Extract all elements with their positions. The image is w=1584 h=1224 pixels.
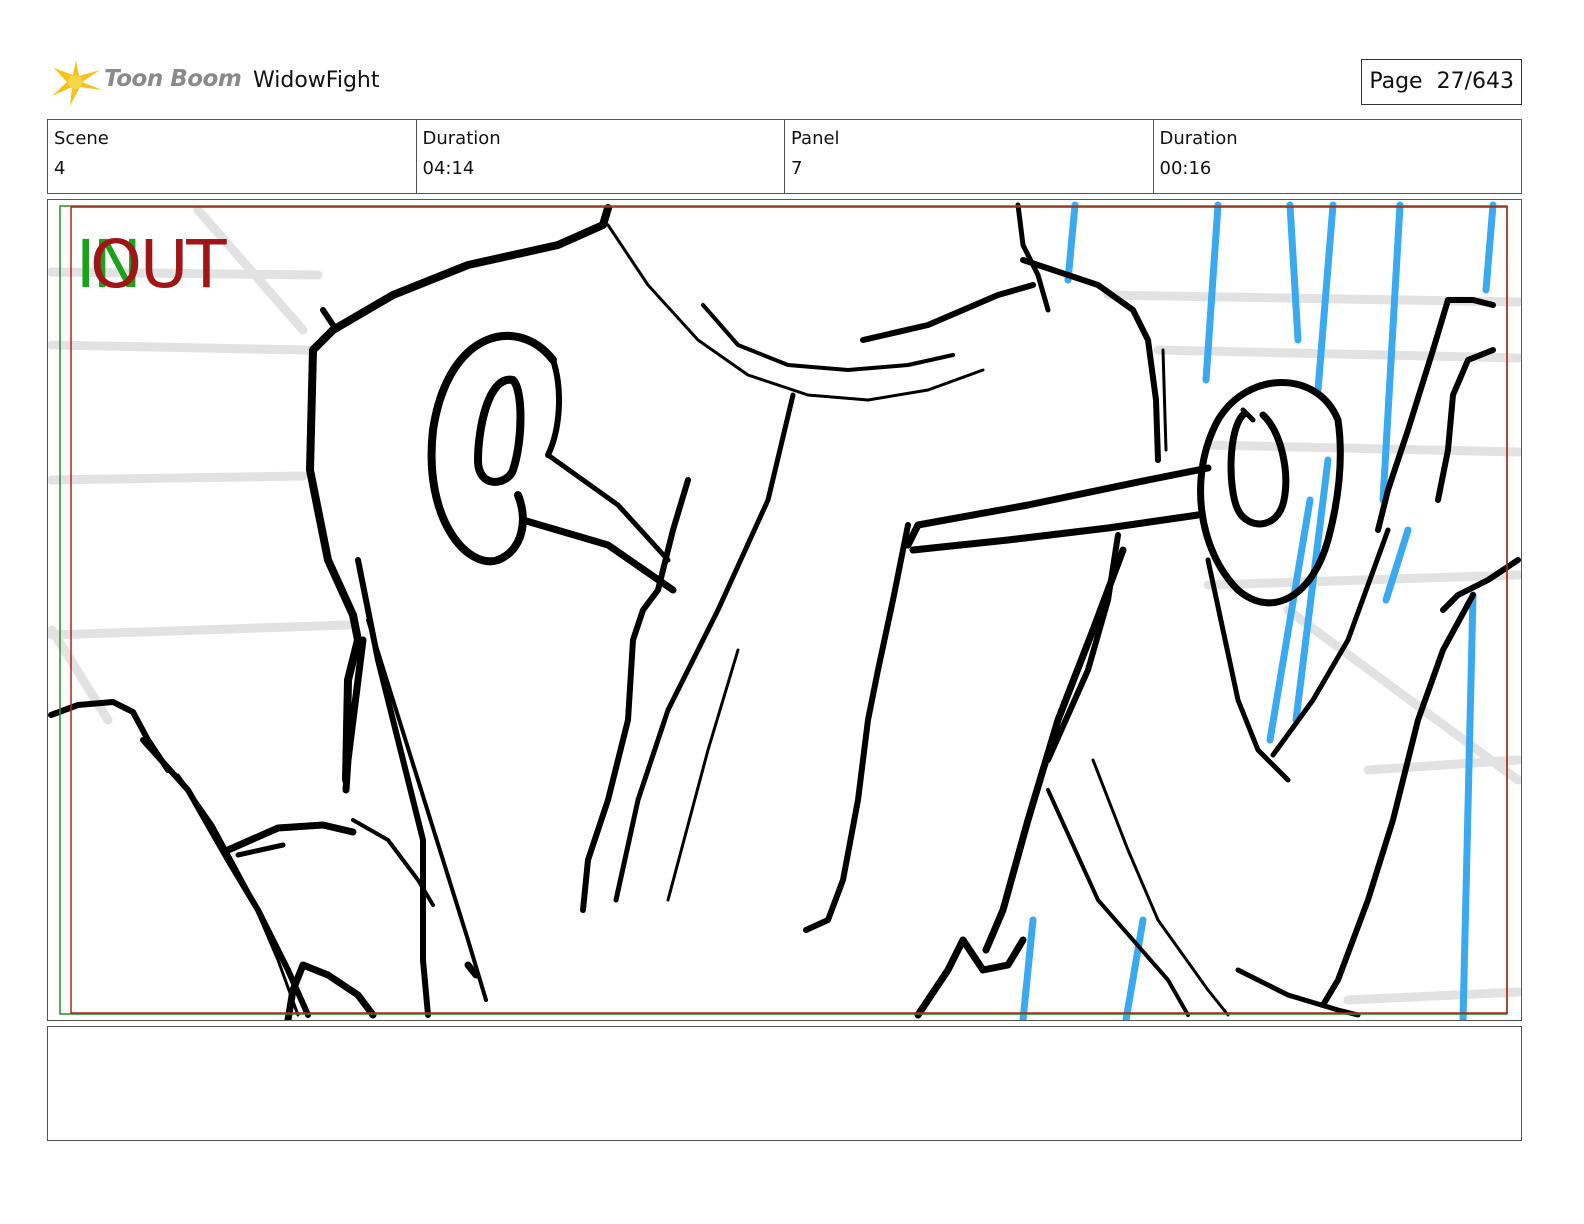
panel-cell: Panel 7 — [785, 120, 1154, 193]
page-label: Page — [1369, 69, 1423, 94]
scene-label: Scene — [54, 128, 109, 149]
panel-info-table: Scene 4 Duration 04:14 Panel 7 Duration … — [47, 119, 1522, 194]
project-title: WidowFight — [253, 68, 380, 93]
scene-value: 4 — [54, 158, 66, 179]
scene-duration-value: 04:14 — [422, 158, 475, 179]
toon-boom-logo: Toon Boom — [48, 56, 248, 108]
panel-duration-value: 00:16 — [1159, 158, 1212, 179]
page-header: Toon Boom WidowFight Page 27/643 — [48, 56, 1522, 108]
logo-text: Toon Boom — [104, 66, 242, 92]
panel-duration-cell: Duration 00:16 — [1154, 120, 1522, 193]
panel-sketch — [48, 201, 1521, 1020]
scene-duration-cell: Duration 04:14 — [417, 120, 785, 193]
scene-cell: Scene 4 — [48, 120, 417, 193]
storyboard-panel: IN OUT — [47, 199, 1522, 1021]
page-indicator: Page 27/643 — [1361, 59, 1522, 105]
panel-notes-box — [47, 1026, 1522, 1141]
page-value: 27/643 — [1436, 69, 1514, 94]
out-marker: OUT — [90, 226, 227, 303]
scene-duration-label: Duration — [422, 128, 501, 149]
panel-duration-label: Duration — [1159, 128, 1238, 149]
panel-label: Panel — [791, 128, 840, 149]
panel-value: 7 — [791, 158, 803, 179]
starburst-icon — [52, 60, 102, 106]
speed-lines — [1019, 201, 1497, 1020]
